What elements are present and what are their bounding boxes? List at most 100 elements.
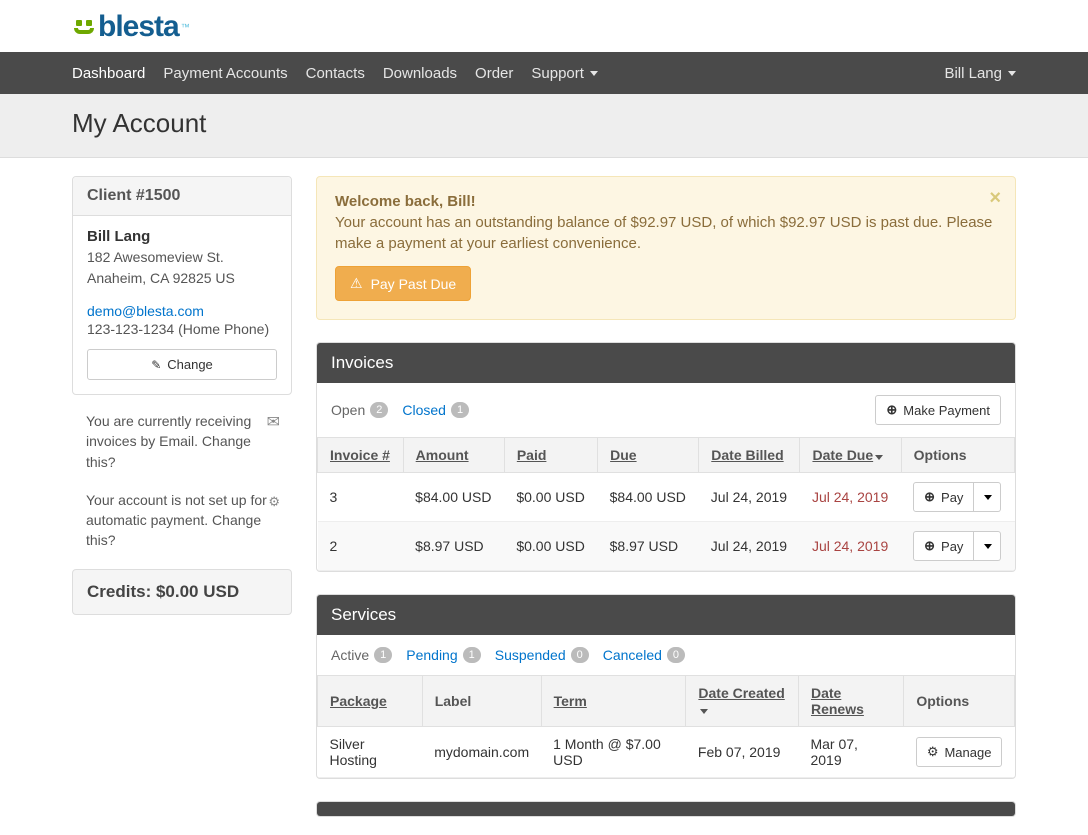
cell-paid: $0.00 USD (504, 522, 597, 571)
tab-services-suspended[interactable]: Suspended 0 (495, 647, 589, 663)
col-options: Options (904, 676, 1015, 727)
col-date-billed[interactable]: Date Billed (699, 438, 800, 473)
cell-date-billed: Jul 24, 2019 (699, 522, 800, 571)
nav-user-label: Bill Lang (944, 65, 1002, 82)
nav-payment-accounts[interactable]: Payment Accounts (163, 65, 287, 82)
cell-due: $8.97 USD (598, 522, 699, 571)
badge: 1 (463, 647, 481, 663)
services-tabs: Active 1 Pending 1 Suspended 0 Canceled … (331, 647, 685, 663)
caret-down-icon (984, 544, 992, 549)
cell-options: Pay (901, 522, 1014, 571)
cell-label: mydomain.com (422, 727, 541, 778)
table-row[interactable]: 3$84.00 USD$0.00 USD$84.00 USDJul 24, 20… (318, 473, 1015, 522)
col-date-renews[interactable]: Date Renews (798, 676, 903, 727)
logo-trademark: ™ (181, 22, 190, 32)
alert-text: Your account has an outstanding balance … (335, 212, 997, 254)
tab-invoices-open[interactable]: Open 2 (331, 402, 388, 418)
logo-text: blesta (98, 10, 179, 44)
col-term[interactable]: Term (541, 676, 686, 727)
alert-close-icon[interactable]: × (989, 187, 1001, 210)
pay-dropdown[interactable] (974, 482, 1001, 512)
tab-services-pending[interactable]: Pending 1 (406, 647, 481, 663)
manage-button[interactable]: Manage (916, 737, 1003, 767)
cell-amount: $8.97 USD (403, 522, 504, 571)
envelope-icon: ✉ (267, 411, 280, 434)
cell-date-created: Feb 07, 2019 (686, 727, 799, 778)
nav-support-label: Support (531, 65, 584, 82)
change-button[interactable]: Change (87, 349, 277, 380)
services-table: Package Label Term Date Created Date Ren… (317, 675, 1015, 778)
invoices-panel-head: Invoices (317, 343, 1015, 383)
navbar: Dashboard Payment Accounts Contacts Down… (0, 52, 1088, 94)
pay-button[interactable]: Pay (913, 482, 974, 512)
nav-order[interactable]: Order (475, 65, 513, 82)
logo-area: blesta ™ (0, 0, 1088, 52)
badge: 1 (451, 402, 469, 418)
badge: 0 (571, 647, 589, 663)
client-email[interactable]: demo@blesta.com (87, 303, 277, 319)
badge: 0 (667, 647, 685, 663)
pay-dropdown[interactable] (974, 531, 1001, 561)
nav-support[interactable]: Support (531, 65, 598, 82)
make-payment-button[interactable]: Make Payment (875, 395, 1001, 425)
email-pref-text: You are currently receiving invoices by … (86, 413, 251, 470)
col-date-created[interactable]: Date Created (686, 676, 799, 727)
next-panel (316, 801, 1016, 817)
cell-invoice-num: 2 (318, 522, 404, 571)
cell-options: Pay (901, 473, 1014, 522)
cell-date-billed: Jul 24, 2019 (699, 473, 800, 522)
nav-contacts[interactable]: Contacts (306, 65, 365, 82)
sort-caret-icon (875, 455, 883, 460)
pay-button[interactable]: Pay (913, 531, 974, 561)
table-row[interactable]: 2$8.97 USD$0.00 USD$8.97 USDJul 24, 2019… (318, 522, 1015, 571)
cell-date-due: Jul 24, 2019 (800, 473, 901, 522)
client-phone: 123-123-1234 (Home Phone) (87, 321, 277, 337)
client-address-line1: 182 Awesomeview St. (87, 247, 277, 268)
nav-downloads[interactable]: Downloads (383, 65, 457, 82)
tab-services-active[interactable]: Active 1 (331, 647, 392, 663)
pay-past-due-label: Pay Past Due (371, 276, 457, 292)
cell-date-due: Jul 24, 2019 (800, 522, 901, 571)
email-pref-note[interactable]: ✉ You are currently receiving invoices b… (72, 411, 292, 490)
col-label: Label (422, 676, 541, 727)
col-amount[interactable]: Amount (403, 438, 504, 473)
credits-card: Credits: $0.00 USD (72, 569, 292, 615)
plus-circle-icon (924, 489, 935, 505)
pay-past-due-button[interactable]: Pay Past Due (335, 266, 471, 301)
caret-down-icon (1008, 71, 1016, 76)
services-panel-head: Services (317, 595, 1015, 635)
col-package[interactable]: Package (318, 676, 423, 727)
warning-icon (350, 275, 363, 292)
cell-options: Manage (904, 727, 1015, 778)
cell-amount: $84.00 USD (403, 473, 504, 522)
badge: 2 (370, 402, 388, 418)
col-invoice-num[interactable]: Invoice # (318, 438, 404, 473)
change-button-label: Change (167, 357, 213, 372)
nav-dashboard[interactable]: Dashboard (72, 65, 145, 82)
invoices-table: Invoice # Amount Paid Due Date Billed Da… (317, 437, 1015, 571)
page-title: My Account (72, 108, 1016, 139)
caret-down-icon (590, 71, 598, 76)
table-row[interactable]: Silver Hostingmydomain.com1 Month @ $7.0… (318, 727, 1015, 778)
client-address-line2: Anaheim, CA 92825 US (87, 268, 277, 289)
tab-invoices-closed[interactable]: Closed 1 (402, 402, 469, 418)
services-table-header: Package Label Term Date Created Date Ren… (318, 676, 1015, 727)
plus-circle-icon (924, 538, 935, 554)
col-due[interactable]: Due (598, 438, 699, 473)
client-name: Bill Lang (87, 228, 277, 245)
cell-paid: $0.00 USD (504, 473, 597, 522)
tab-services-canceled[interactable]: Canceled 0 (603, 647, 685, 663)
pencil-icon (151, 357, 161, 372)
cell-invoice-num: 3 (318, 473, 404, 522)
col-options: Options (901, 438, 1014, 473)
gear-icon (268, 490, 280, 513)
nav-user-menu[interactable]: Bill Lang (944, 65, 1016, 82)
autopay-note[interactable]: Your account is not set up for automatic… (72, 490, 292, 569)
badge: 1 (374, 647, 392, 663)
col-date-due[interactable]: Date Due (800, 438, 901, 473)
col-paid[interactable]: Paid (504, 438, 597, 473)
logo[interactable]: blesta ™ (72, 10, 190, 44)
services-panel: Services Active 1 Pending 1 Suspended 0 (316, 594, 1016, 779)
cell-term: 1 Month @ $7.00 USD (541, 727, 686, 778)
client-card-head: Client #1500 (73, 177, 291, 216)
